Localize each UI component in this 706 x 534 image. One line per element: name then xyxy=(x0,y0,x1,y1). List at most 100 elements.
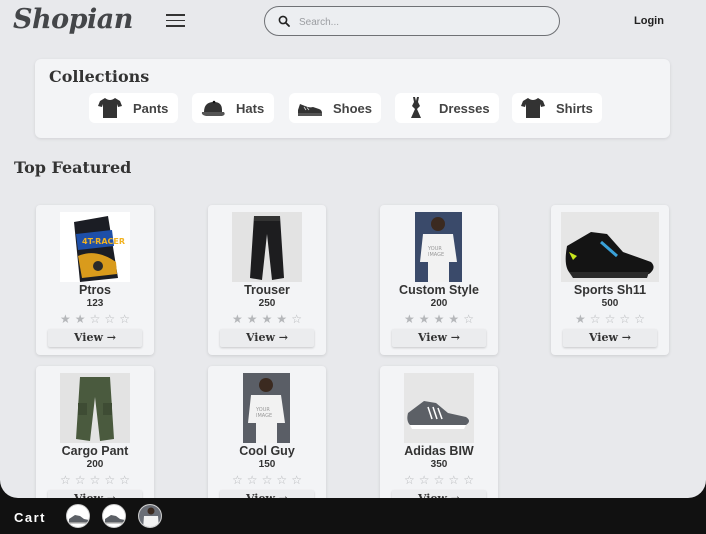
search-bar[interactable] xyxy=(264,6,560,36)
energy-drink-image: 4T-RACER xyxy=(74,216,125,282)
running-shoe-image xyxy=(404,373,474,443)
view-button[interactable]: View → xyxy=(563,329,657,347)
star-icon[interactable]: ☆ xyxy=(463,474,474,486)
star-icon[interactable]: ☆ xyxy=(262,474,273,486)
product-image xyxy=(404,373,474,443)
star-icon[interactable]: ☆ xyxy=(60,474,71,486)
collection-label: Pants xyxy=(133,100,169,116)
collection-label: Shoes xyxy=(333,100,373,116)
star-icon[interactable]: ★ xyxy=(276,313,287,325)
star-icon[interactable]: ☆ xyxy=(104,474,115,486)
search-icon xyxy=(278,15,290,27)
product-image xyxy=(232,212,302,282)
tshirt-model-image: YOUR IMAGE xyxy=(415,212,462,282)
view-button[interactable]: View → xyxy=(220,329,314,347)
menu-icon-line xyxy=(166,19,185,22)
star-icon[interactable]: ☆ xyxy=(605,313,616,325)
star-icon[interactable]: ★ xyxy=(575,313,586,325)
star-icon[interactable]: ☆ xyxy=(119,313,130,325)
login-button[interactable]: Login xyxy=(634,15,664,27)
star-icon[interactable]: ☆ xyxy=(90,313,101,325)
svg-text:IMAGE: IMAGE xyxy=(256,413,272,419)
star-icon[interactable]: ☆ xyxy=(404,474,415,486)
star-icon[interactable]: ☆ xyxy=(634,313,645,325)
star-icon[interactable]: ☆ xyxy=(75,474,86,486)
star-icon[interactable]: ★ xyxy=(448,313,459,325)
view-button[interactable]: View → xyxy=(392,490,486,498)
star-icon[interactable]: ★ xyxy=(232,313,243,325)
collection-pants[interactable]: Pants xyxy=(89,93,178,123)
collections-title: Collections xyxy=(49,67,150,86)
product-card[interactable]: 4T-RACER Ptros 123 ★ ★ ☆ ☆ ☆ View → xyxy=(36,205,154,355)
star-icon[interactable]: ☆ xyxy=(276,474,287,486)
tshirt-icon xyxy=(521,98,545,118)
star-icon[interactable]: ★ xyxy=(262,313,273,325)
collections-panel: Collections Pants Hats Shoes Dresses Shi… xyxy=(35,59,670,138)
star-icon[interactable]: ★ xyxy=(404,313,415,325)
star-rating[interactable]: ★ ☆ ☆ ☆ ☆ xyxy=(575,313,645,325)
collection-shoes[interactable]: Shoes xyxy=(289,93,381,123)
product-card[interactable]: YOUR IMAGE Cool Guy 150 ☆☆☆☆☆ View → xyxy=(208,366,326,498)
svg-text:4T-RACER: 4T-RACER xyxy=(82,237,125,246)
star-icon[interactable]: ★ xyxy=(434,313,445,325)
product-name: Sports Sh11 xyxy=(573,283,647,297)
collection-shirts[interactable]: Shirts xyxy=(512,93,602,123)
product-image: YOUR IMAGE xyxy=(415,212,462,282)
collection-hats[interactable]: Hats xyxy=(192,93,274,123)
cart-item-thumbnail[interactable] xyxy=(102,504,126,528)
view-button[interactable]: View → xyxy=(392,329,486,347)
product-card[interactable]: Cargo Pant 200 ☆☆☆☆☆ View → xyxy=(36,366,154,498)
collection-label: Hats xyxy=(236,100,265,116)
star-icon[interactable]: ☆ xyxy=(590,313,601,325)
product-card[interactable]: Sports Sh11 500 ★ ☆ ☆ ☆ ☆ View → xyxy=(551,205,669,355)
star-rating[interactable]: ☆ ☆ ☆ ☆ ☆ xyxy=(404,474,474,486)
star-icon[interactable]: ★ xyxy=(419,313,430,325)
menu-icon-line xyxy=(166,25,185,27)
shop-page: Shopian Login Collections Pants Hats xyxy=(0,0,706,498)
cart-item-thumbnail[interactable] xyxy=(138,504,162,528)
product-name: Custom Style xyxy=(399,283,479,297)
star-icon[interactable]: ★ xyxy=(247,313,258,325)
sneaker-image xyxy=(565,232,654,278)
star-rating[interactable]: ☆ ☆ ☆ ☆ ☆ xyxy=(60,474,130,486)
cart-bar: Cart xyxy=(0,498,706,534)
star-icon[interactable]: ☆ xyxy=(448,474,459,486)
star-icon[interactable]: ☆ xyxy=(419,474,430,486)
product-name: Ptros xyxy=(79,283,111,297)
hamburger-menu-button[interactable] xyxy=(166,12,186,28)
top-featured-title: Top Featured xyxy=(14,158,132,177)
product-name: Trouser xyxy=(244,283,290,297)
star-icon[interactable]: ☆ xyxy=(247,474,258,486)
product-price: 200 xyxy=(430,298,448,309)
product-image xyxy=(60,373,130,443)
star-rating[interactable]: ★ ★ ☆ ☆ ☆ xyxy=(60,313,130,325)
star-icon[interactable]: ☆ xyxy=(104,313,115,325)
collection-dresses[interactable]: Dresses xyxy=(395,93,499,123)
product-card[interactable]: Adidas BIW 350 ☆☆☆☆☆ View → xyxy=(380,366,498,498)
svg-text:IMAGE: IMAGE xyxy=(428,252,444,258)
star-icon[interactable]: ☆ xyxy=(291,313,302,325)
cart-label[interactable]: Cart xyxy=(14,510,46,525)
star-icon[interactable]: ☆ xyxy=(619,313,630,325)
star-icon[interactable]: ☆ xyxy=(232,474,243,486)
cart-item-thumbnail[interactable] xyxy=(66,504,90,528)
star-rating[interactable]: ★ ★ ★ ★ ☆ xyxy=(404,313,474,325)
view-button[interactable]: View → xyxy=(220,490,314,498)
star-icon[interactable]: ★ xyxy=(60,313,71,325)
star-rating[interactable]: ★ ★ ★ ★ ☆ xyxy=(232,313,302,325)
view-button[interactable]: View → xyxy=(48,490,142,498)
star-icon[interactable]: ☆ xyxy=(90,474,101,486)
search-input[interactable] xyxy=(299,13,549,31)
star-icon[interactable]: ☆ xyxy=(119,474,130,486)
star-icon[interactable]: ★ xyxy=(75,313,86,325)
product-card[interactable]: YOUR IMAGE Custom Style 200 ★ ★ ★ ★ ☆ View → xyxy=(380,205,498,355)
star-icon[interactable]: ☆ xyxy=(463,313,474,325)
shopian-logo[interactable]: Shopian xyxy=(13,4,133,35)
star-icon[interactable]: ☆ xyxy=(434,474,445,486)
star-icon[interactable]: ☆ xyxy=(291,474,302,486)
shoe-thumbnail xyxy=(105,515,125,524)
product-card[interactable]: Trouser 250 ★ ★ ★ ★ ☆ View → xyxy=(208,205,326,355)
tshirt-thumbnail xyxy=(139,505,161,527)
view-button[interactable]: View → xyxy=(48,329,142,347)
star-rating[interactable]: ☆ ☆ ☆ ☆ ☆ xyxy=(232,474,302,486)
